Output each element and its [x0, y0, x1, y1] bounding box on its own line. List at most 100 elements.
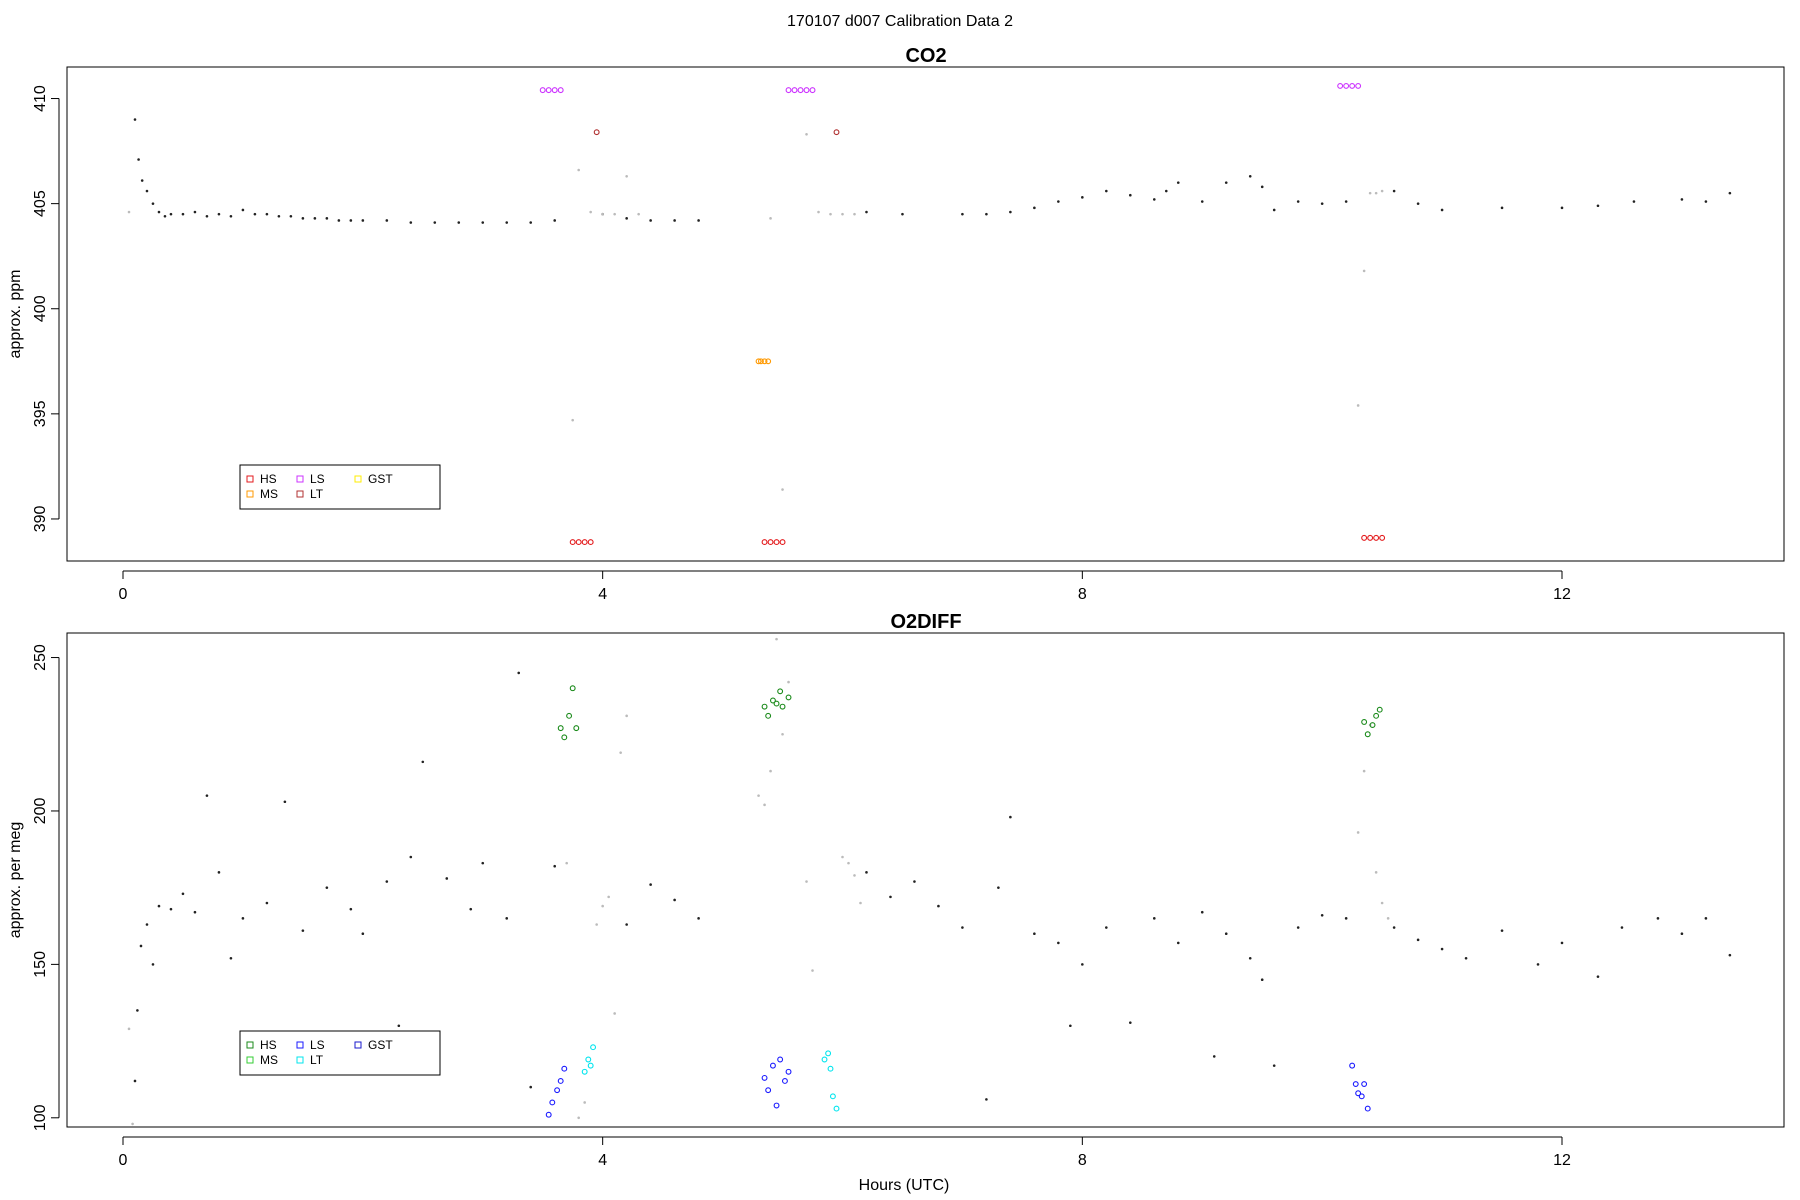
co2-flush-point — [829, 212, 832, 216]
co2-ls-point — [791, 87, 798, 94]
o2diff-ls-point — [549, 1099, 556, 1106]
co2-x-tick-label: 12 — [1553, 586, 1571, 603]
o2diff-hs-point — [1376, 706, 1383, 713]
co2-hs-point — [587, 539, 594, 546]
co2-hs-point — [575, 539, 582, 546]
o2diff-ambient-point — [283, 800, 287, 804]
co2-hs-point — [1361, 534, 1368, 541]
o2diff-ambient-point — [217, 871, 221, 874]
co2-ambient-point — [193, 210, 197, 214]
o2diff-ls-point — [781, 1078, 788, 1084]
co2-ambient-point — [697, 219, 700, 222]
o2diff-ls-point — [773, 1102, 780, 1109]
o2diff-flush-point — [1356, 831, 1360, 834]
o2diff-ambient-point — [1464, 956, 1468, 960]
o2diff-title: O2DIFF — [890, 611, 961, 633]
co2-ambient-point — [1260, 185, 1264, 189]
figure-title: 170107 d007 Calibration Data 2 — [787, 13, 1013, 30]
o2diff-ls-point — [785, 1068, 792, 1075]
co2-x-axis: 0 4 8 12 — [119, 570, 1571, 603]
o2diff-ambient-point — [553, 864, 556, 868]
co2-ambient-point — [1440, 208, 1444, 212]
o2diff-ambient-point — [409, 855, 413, 859]
co2-ambient-point — [625, 217, 628, 220]
co2-y-axis: 390 395 400 405 410 — [32, 85, 60, 532]
o2diff-legend: HSMS LSLT GST — [239, 1030, 441, 1076]
co2-flush-point — [1374, 191, 1378, 195]
o2diff-ambient-point — [1057, 941, 1060, 945]
o2diff-ambient-point — [529, 1085, 533, 1089]
o2diff-y-tick-label: 250 — [32, 644, 49, 671]
o2diff-ambient-point — [1224, 932, 1228, 935]
o2diff-hs-point — [566, 712, 573, 719]
o2diff-flush-point — [613, 1012, 616, 1015]
co2-ambient-point — [1560, 206, 1564, 210]
co2-y-tick-label: 410 — [32, 85, 49, 112]
o2diff-ambient-point — [649, 883, 652, 886]
co2-legend-label-hs: HS — [260, 472, 277, 486]
co2-legend-label-lt: LT — [310, 487, 324, 501]
co2-flush-point — [769, 217, 772, 220]
co2-ambient-point — [901, 212, 904, 216]
o2diff-ambient-point — [937, 904, 940, 908]
o2diff-ambient-point — [136, 1009, 139, 1012]
o2diff-ls-point — [1361, 1081, 1368, 1087]
o2diff-ambient-point — [1344, 917, 1348, 920]
co2-ambient-point — [253, 212, 257, 216]
co2-ambient-point — [505, 221, 509, 224]
o2diff-ls-point — [1364, 1105, 1371, 1112]
co2-ambient-point — [1728, 191, 1732, 195]
o2diff-ambient-point — [1260, 978, 1264, 982]
o2diff-ls-point — [769, 1062, 776, 1069]
co2-ambient-point — [553, 219, 556, 222]
o2diff-flush-point — [781, 732, 784, 736]
o2diff-flush-point — [1374, 871, 1378, 874]
o2diff-ambient-point — [361, 932, 365, 935]
o2diff-hs-point — [761, 703, 768, 710]
co2-y-tick-label: 400 — [32, 295, 49, 322]
co2-ambient-point — [1057, 200, 1060, 203]
co2-flush-point — [577, 168, 580, 172]
o2diff-lt-point — [587, 1062, 594, 1069]
co2-ambient-point — [1033, 206, 1036, 210]
co2-ambient-point — [457, 221, 461, 224]
co2-hs-point — [761, 539, 768, 546]
co2-ambient-point — [133, 118, 137, 121]
co2-ambient-point — [277, 214, 281, 218]
co2-legend-label-ls: LS — [310, 472, 325, 486]
o2diff-y-tick-label: 150 — [32, 951, 49, 978]
co2-ambient-point — [985, 212, 988, 216]
co2-flush-point — [805, 132, 808, 136]
co2-ambient-point — [137, 158, 140, 161]
co2-ambient-point — [1680, 198, 1684, 201]
co2-flush-point — [1356, 404, 1360, 407]
o2diff-x-tick-label: 0 — [119, 1152, 128, 1169]
co2-ls-point — [1355, 82, 1362, 89]
co2-ambient-point — [205, 214, 209, 218]
co2-ambient-point — [241, 208, 245, 212]
co2-ambient-point — [1129, 193, 1132, 197]
co2-ambient-point — [1596, 204, 1600, 208]
o2diff-x-tick-label: 4 — [598, 1152, 607, 1169]
co2-ambient-point — [151, 202, 155, 205]
co2-ls-point — [545, 87, 552, 94]
o2diff-ambient-point — [133, 1079, 137, 1083]
o2diff-ambient-point — [673, 898, 676, 902]
o2diff-hs-point — [1373, 712, 1380, 719]
co2-x-tick-label: 4 — [598, 586, 607, 603]
o2diff-flush-point — [847, 861, 850, 865]
co2-flush-point — [613, 212, 616, 216]
o2diff-legend-label-hs: HS — [260, 1038, 277, 1052]
o2diff-hs-point — [1364, 731, 1371, 738]
o2diff-ls-point — [557, 1078, 564, 1084]
co2-flush-point — [127, 210, 131, 214]
co2-legend-label-gst: GST — [368, 472, 393, 486]
o2diff-flush-point — [853, 874, 856, 877]
co2-ambient-point — [181, 212, 185, 216]
co2-ambient-point — [409, 221, 413, 224]
o2diff-hs-point — [569, 685, 576, 692]
co2-ambient-point — [481, 221, 485, 224]
o2diff-ambient-point — [1392, 926, 1396, 929]
o2diff-flush-point — [131, 1122, 134, 1126]
o2diff-ls-point — [561, 1065, 568, 1072]
